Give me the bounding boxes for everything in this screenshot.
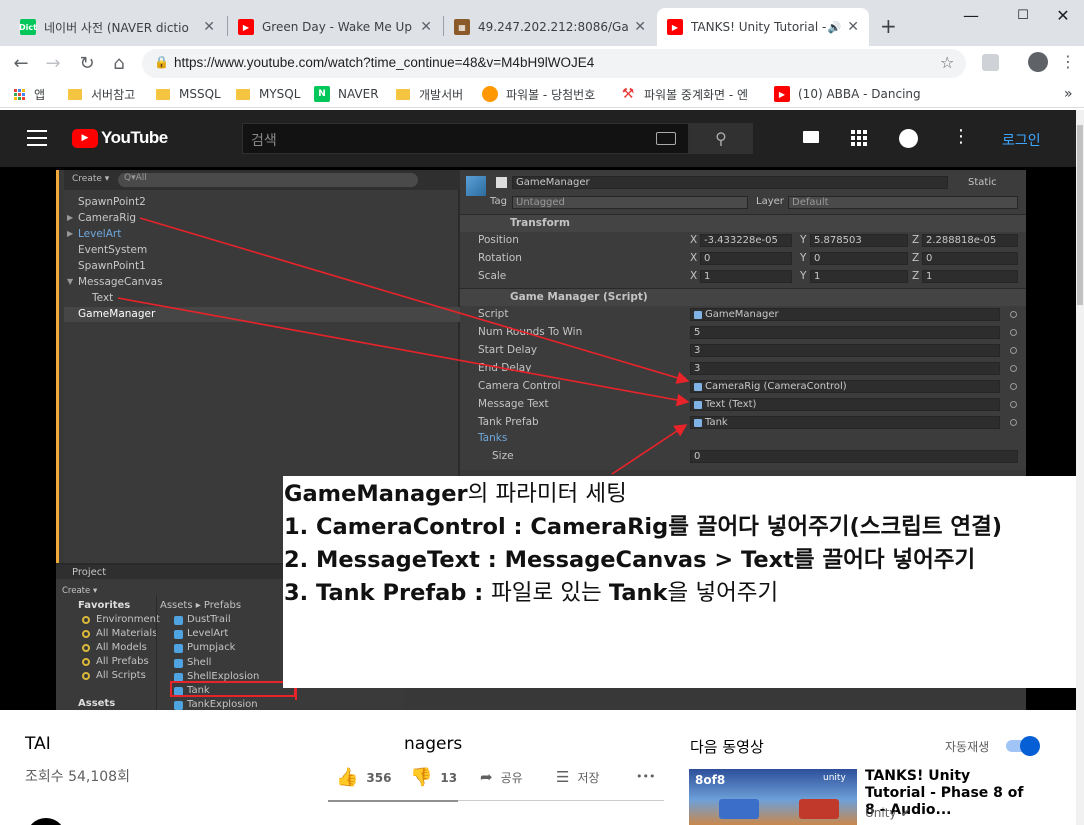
autoplay-toggle[interactable] (1006, 736, 1040, 756)
next-video-channel[interactable]: Unity ✔ (865, 806, 910, 820)
annotation-arrows (117, 217, 690, 700)
annotation-line-4: 3. Tank Prefab : 파일로 있는 Tank을 넣어주기 (284, 580, 779, 606)
view-count: 조회수 54,108회 (25, 769, 130, 785)
annotation-box: GameManager의 파라미터 세팅 1. CameraControl : … (283, 476, 1076, 688)
up-next-label: 다음 동영상 (690, 738, 764, 756)
arrow-text (117, 297, 690, 407)
next-video-thumbnail[interactable]: 8of8 unity (689, 769, 857, 825)
annotation-line-1: GameManager의 파라미터 세팅 (284, 481, 627, 507)
save-button[interactable]: ☰ 저장 (556, 768, 600, 786)
sentiment-bar (328, 800, 458, 802)
more-actions-button[interactable]: ••• (636, 770, 655, 783)
thumbs-up-icon: 👍 (336, 767, 359, 788)
arrow-tank (611, 424, 688, 475)
annotation-line-2: 1. CameraControl : CameraRig를 끌어다 넣어주기(스… (284, 514, 1003, 540)
autoplay-label: 자동재생 (945, 740, 990, 754)
thumb-label: 8of8 (695, 773, 726, 787)
arrow-camerarig (139, 217, 690, 384)
video-title: TAI (25, 734, 51, 754)
tank-image (799, 799, 839, 819)
share-button[interactable]: ➦ 공유 (480, 768, 523, 786)
video-title-end: nagers (404, 734, 463, 754)
verified-icon: ✔ (900, 806, 911, 820)
unity-logo: unity (823, 773, 846, 783)
channel-avatar[interactable] (26, 818, 66, 825)
like-button[interactable]: 👍 356 (336, 767, 391, 788)
annotation-line-3: 2. MessageText : MessageCanvas > Text를 끌… (284, 547, 976, 573)
video-info-area: TAI nagers 조회수 54,108회 👍 356 👎 13 ➦ 공유 ☰ 저장 … (0, 710, 1076, 825)
thumbs-down-icon: 👎 (410, 767, 433, 788)
dislike-button[interactable]: 👎 13 (410, 767, 457, 788)
tank-image (719, 799, 759, 819)
share-icon: ➦ (480, 768, 493, 786)
playlist-add-icon: ☰ (556, 768, 570, 786)
